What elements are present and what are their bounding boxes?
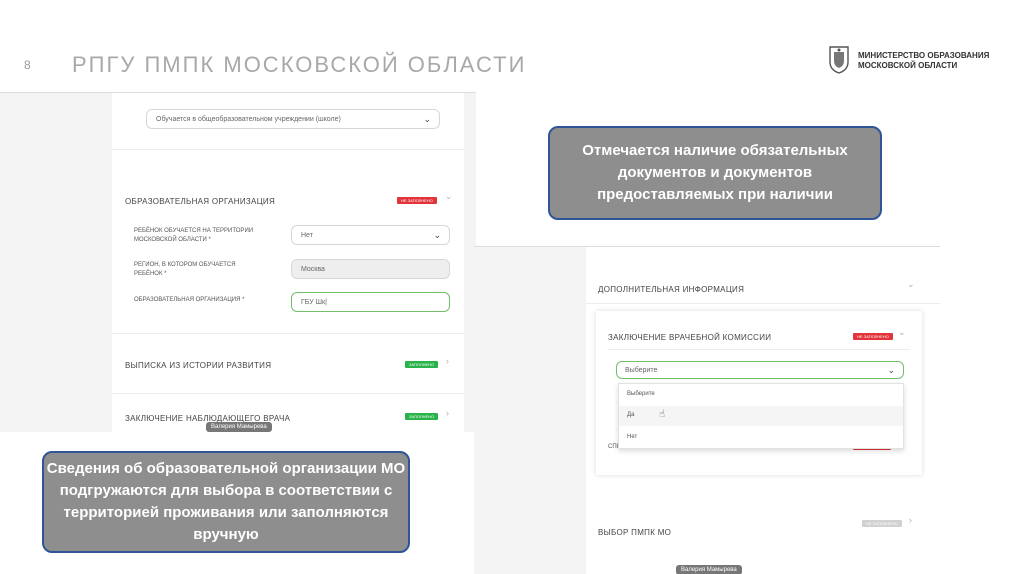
education-org-input[interactable]: ГБУ Шк| (291, 292, 450, 312)
callout-education-org-info: Сведения об образовательной организации … (42, 451, 410, 553)
region-value: Москва (301, 266, 325, 273)
field-label-line: МОСКОВСКОЙ ОБЛАСТИ * (134, 237, 211, 243)
commission-select[interactable]: Выберите ⌄ (616, 361, 904, 379)
divider (112, 393, 464, 394)
status-badge-not-filled: НЕ ЗАПОЛНЕНО (853, 333, 893, 340)
field-label-line: РЕБЁНОК ОБУЧАЕТСЯ НА ТЕРРИТОРИИ (134, 228, 254, 234)
field-label-region: РЕГИОН, В КОТОРОМ ОБУЧАЕТСЯ РЕБЁНОК * (134, 261, 236, 279)
commission-select-value: Выберите (625, 367, 658, 374)
section-title-medical-commission[interactable]: ЗАКЛЮЧЕНИЕ ВРАЧЕБНОЙ КОМИССИИ (608, 333, 771, 342)
commission-section: ЗАКЛЮЧЕНИЕ ВРАЧЕБНОЙ КОМИССИИ НЕ ЗАПОЛНЕ… (596, 311, 922, 475)
divider (112, 149, 464, 150)
chevron-down-icon[interactable]: ⌄ (907, 279, 915, 290)
slide-title: РПГУ ПМПК МОСКОВСКОЙ ОБЛАСТИ (72, 52, 527, 77)
slide-number: 8 (24, 58, 31, 72)
education-status-select[interactable]: Обучается в общеобразовательном учрежден… (146, 109, 440, 129)
ministry-line-1: МИНИСТЕРСТВО ОБРАЗОВАНИЯ (858, 51, 990, 60)
left-form-screenshot: Обучается в общеобразовательном учрежден… (0, 92, 476, 432)
section-title-additional-info[interactable]: ДОПОЛНИТЕЛЬНАЯ ИНФОРМАЦИЯ (598, 285, 744, 294)
chevron-down-icon: ⌄ (887, 365, 895, 375)
ministry-line-2: МОСКОВСКОЙ ОБЛАСТИ (858, 61, 958, 70)
field-label-education-org: ОБРАЗОВАТЕЛЬНАЯ ОРГАНИЗАЦИЯ * (134, 297, 245, 303)
section-title-history[interactable]: ВЫПИСКА ИЗ ИСТОРИИ РАЗВИТИЯ (125, 361, 271, 370)
section-title-education-org[interactable]: ОБРАЗОВАТЕЛЬНАЯ ОРГАНИЗАЦИЯ (125, 197, 275, 206)
divider (112, 333, 464, 334)
dropdown-option[interactable]: Выберите (627, 391, 655, 397)
field-label-moscow-region: РЕБЁНОК ОБУЧАЕТСЯ НА ТЕРРИТОРИИ МОСКОВСК… (134, 227, 253, 245)
pointer-cursor-icon: ☝ (659, 409, 666, 420)
chevron-down-icon[interactable]: ⌄ (898, 327, 906, 338)
education-status-value: Обучается в общеобразовательном учрежден… (156, 116, 341, 123)
callout-required-documents: Отмечается наличие обязательных документ… (548, 126, 882, 220)
section-title-pmpk-choice[interactable]: ВЫБОР ПМПК МО (598, 528, 671, 537)
moscow-region-value: Нет (301, 232, 313, 239)
status-badge-not-filled: НЕ ЗАПОЛНЕНО (862, 520, 902, 527)
ministry-logo: МИНИСТЕРСТВО ОБРАЗОВАНИЯ МОСКОВСКОЙ ОБЛА… (828, 44, 1008, 76)
chevron-right-icon[interactable]: › (446, 408, 449, 418)
divider (608, 349, 910, 350)
ministry-name: МИНИСТЕРСТВО ОБРАЗОВАНИЯ МОСКОВСКОЙ ОБЛА… (858, 51, 989, 71)
user-name-tag: Валерия Мамырева (206, 422, 272, 432)
chevron-right-icon[interactable]: › (909, 515, 912, 525)
field-label-line: РЕБЁНОК * (134, 271, 167, 277)
status-badge-filled: ЗАПОЛНЕНО (405, 361, 439, 368)
right-form-screenshot: ДОПОЛНИТЕЛЬНАЯ ИНФОРМАЦИЯ ⌄ ВЫБОР ПМПК М… (474, 246, 940, 574)
chevron-right-icon[interactable]: › (446, 356, 449, 366)
left-form-card: Обучается в общеобразовательном учрежден… (112, 93, 464, 432)
region-field: Москва (291, 259, 450, 279)
status-badge-filled: ЗАПОЛНЕНО (405, 413, 439, 420)
divider (586, 303, 940, 304)
coat-of-arms-icon (829, 46, 849, 74)
commission-options-dropdown: Выберите Да ☝ Нет (618, 383, 904, 449)
status-badge-not-filled: НЕ ЗАПОЛНЕНО (397, 197, 437, 204)
dropdown-option[interactable]: Нет (627, 434, 637, 440)
dropdown-option[interactable]: Да (627, 412, 634, 418)
field-label-line: РЕГИОН, В КОТОРОМ ОБУЧАЕТСЯ (134, 262, 236, 268)
moscow-region-select[interactable]: Нет ⌄ (291, 225, 450, 245)
education-org-value: ГБУ Шк| (301, 299, 327, 306)
user-name-tag: Валерия Мамырева (676, 565, 742, 574)
chevron-down-icon: ⌄ (423, 114, 431, 124)
chevron-down-icon[interactable]: ⌄ (445, 191, 453, 202)
chevron-down-icon: ⌄ (433, 230, 441, 240)
